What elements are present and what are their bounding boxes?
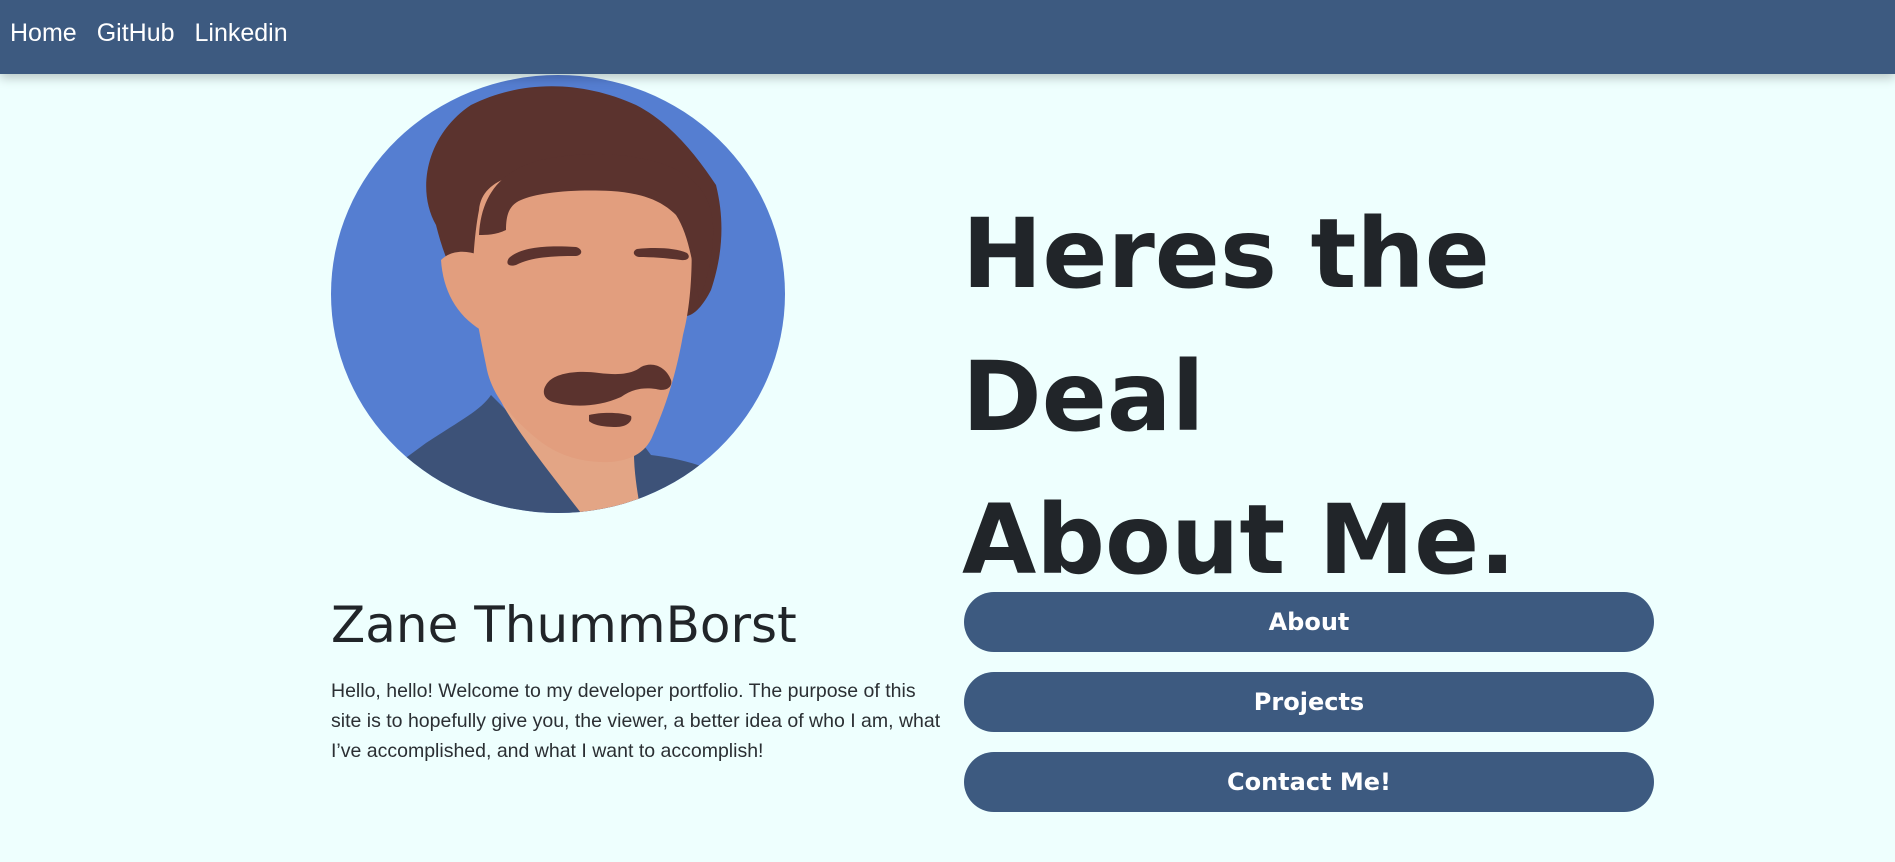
person-illustration-icon: [331, 75, 785, 513]
avatar: [331, 75, 785, 513]
profile-name: Zane ThummBorst: [331, 596, 797, 654]
nav-link-home[interactable]: Home: [10, 19, 77, 48]
section-buttons: About Projects Contact Me!: [964, 592, 1654, 832]
profile-intro: Hello, hello! Welcome to my developer po…: [331, 680, 941, 762]
about-button[interactable]: About: [964, 592, 1654, 652]
nav-link-github[interactable]: GitHub: [97, 19, 175, 48]
contact-me-button[interactable]: Contact Me!: [964, 752, 1654, 812]
projects-button[interactable]: Projects: [964, 672, 1654, 732]
hero-headline: Heres the Deal About Me.: [962, 183, 1722, 612]
hero-headline-line-2: About Me.: [962, 484, 1516, 596]
hero-headline-line-1: Heres the Deal: [962, 198, 1490, 453]
top-navbar: Home GitHub Linkedin: [0, 0, 1895, 74]
nav-link-linkedin[interactable]: Linkedin: [195, 19, 288, 48]
